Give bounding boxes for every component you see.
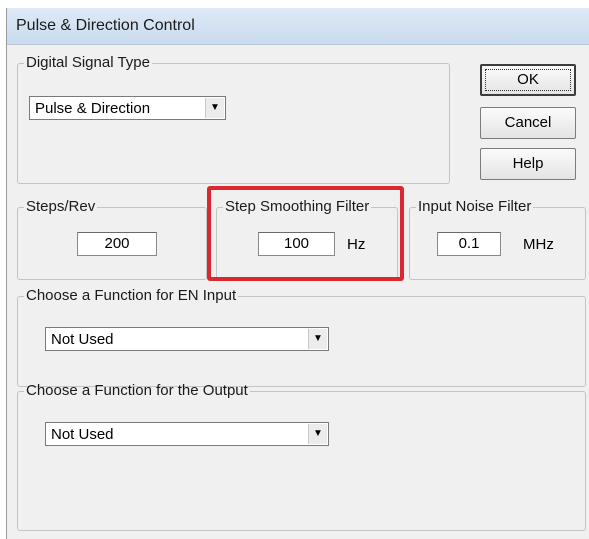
focus-rect [485,69,571,91]
steps-rev-legend: Steps/Rev [26,198,96,215]
en-input-function-value: Not Used [51,331,114,348]
cancel-button[interactable]: Cancel [480,107,576,139]
input-noise-unit: MHz [523,236,554,253]
en-input-legend: Choose a Function for EN Input [26,287,237,304]
cancel-button-label: Cancel [504,114,552,131]
chevron-down-icon[interactable]: ▼ [308,424,327,444]
digital-signal-type-select[interactable]: Pulse & Direction ▼ [29,96,226,120]
highlight-box [207,186,404,281]
steps-rev-input[interactable]: 200 [77,232,157,256]
ok-button[interactable]: OK [480,64,576,96]
digital-signal-type-value: Pulse & Direction [35,100,151,117]
digital-signal-type-legend: Digital Signal Type [26,54,150,71]
output-function-group: Choose a Function for the Output [17,383,586,531]
help-button-label: Help [512,155,544,172]
en-input-function-select[interactable]: Not Used ▼ [45,327,329,351]
output-function-legend: Choose a Function for the Output [26,382,248,399]
input-noise-filter-legend: Input Noise Filter [418,198,532,215]
output-function-select[interactable]: Not Used ▼ [45,422,329,446]
help-button[interactable]: Help [480,148,576,180]
output-function-value: Not Used [51,426,114,443]
window-title: Pulse & Direction Control [16,17,195,34]
chevron-down-icon[interactable]: ▼ [308,329,327,349]
input-noise-filter-input[interactable]: 0.1 [437,232,501,256]
title-bar: Pulse & Direction Control [7,8,589,45]
chevron-down-icon[interactable]: ▼ [205,98,224,118]
pulse-direction-dialog: Pulse & Direction Control Digital Signal… [6,8,589,539]
